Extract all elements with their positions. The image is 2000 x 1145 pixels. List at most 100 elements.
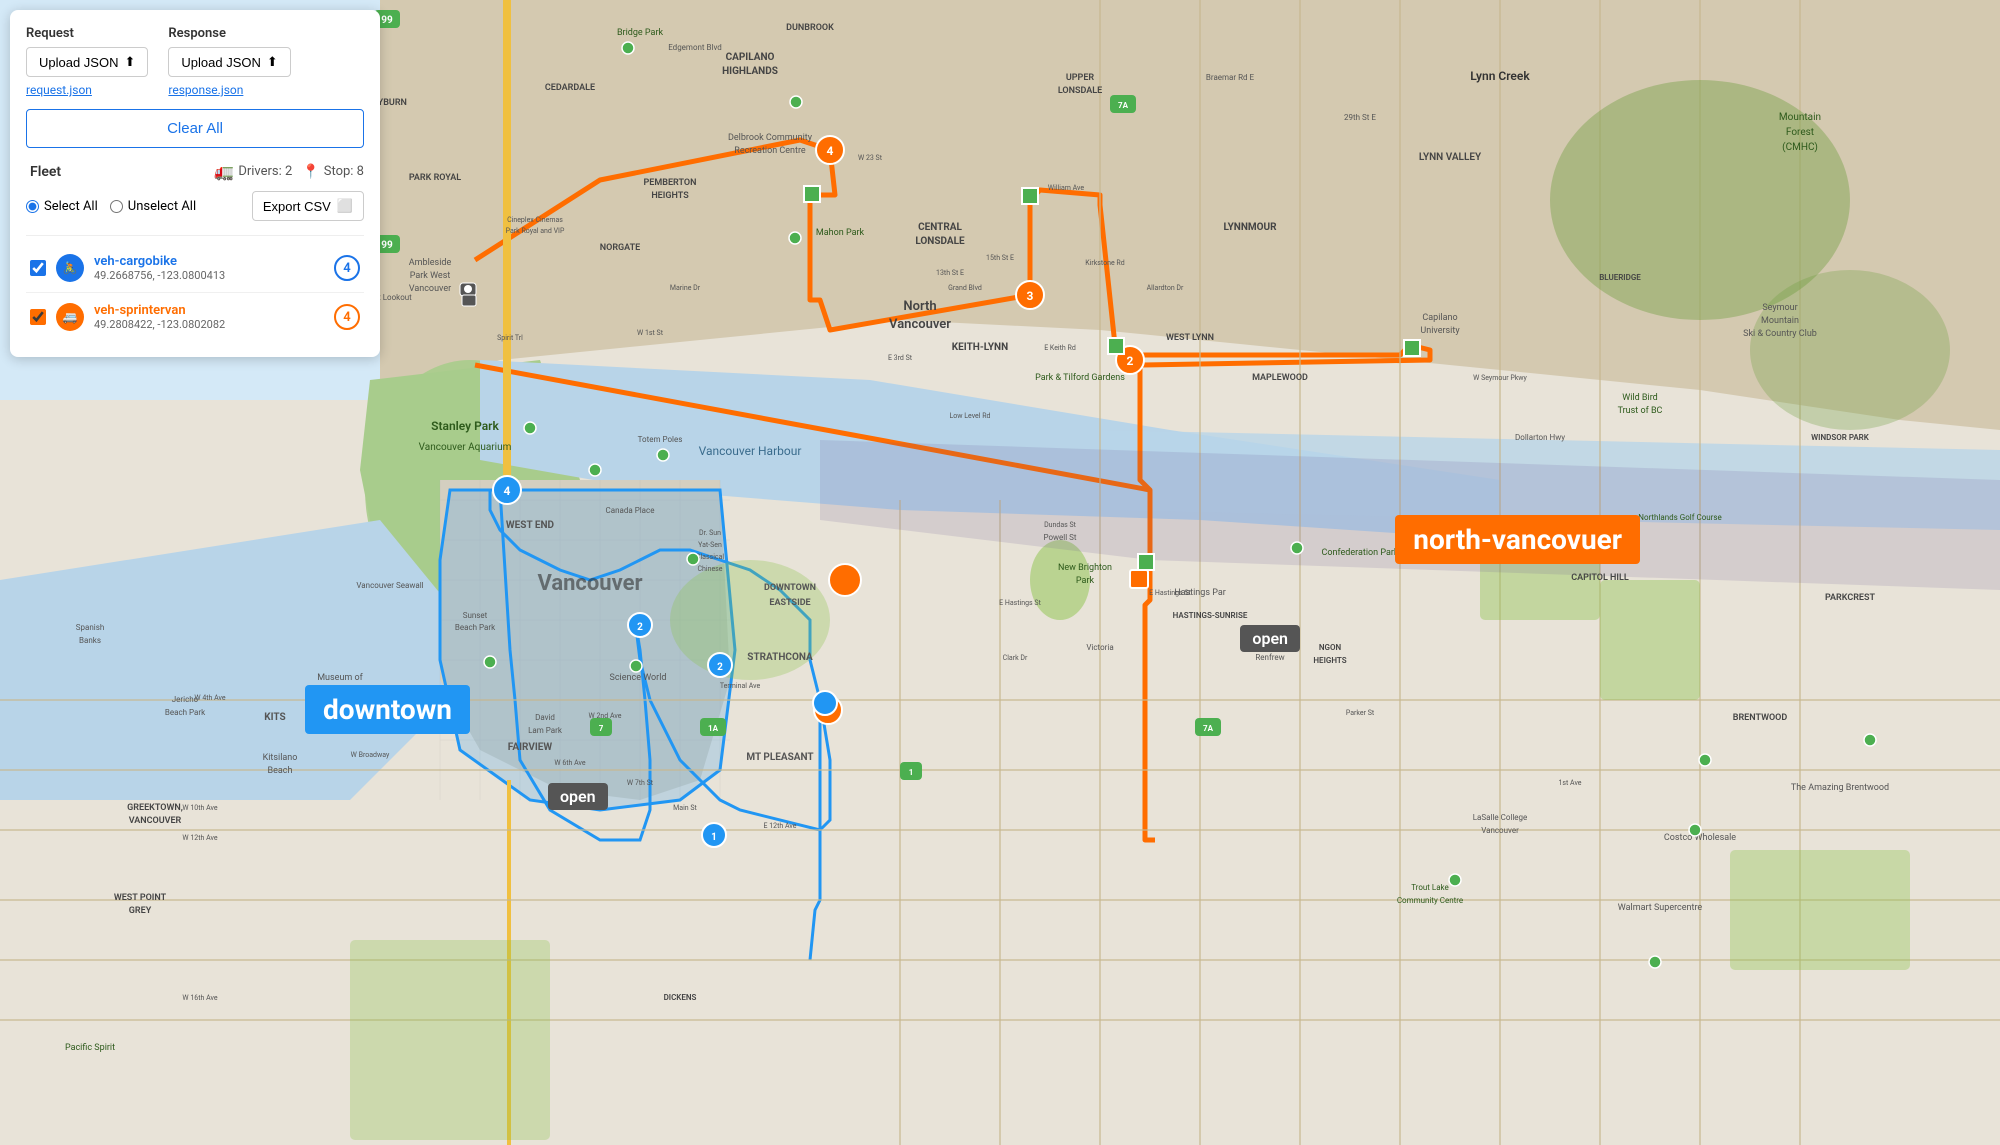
response-col: Response Upload JSON ⬆ response.json [168, 26, 290, 97]
svg-text:PARKCREST: PARKCREST [1825, 593, 1876, 603]
svg-text:University: University [1420, 326, 1460, 336]
svg-text:Vancouver: Vancouver [537, 571, 642, 596]
svg-text:KITS: KITS [264, 712, 285, 723]
fleet-drivers-info: 🚛 Drivers: 2 [214, 162, 292, 181]
downtown-zone-label: downtown [305, 685, 470, 734]
cargobike-coords: 49.2668756, -123.0800413 [94, 269, 324, 282]
response-file-link[interactable]: response.json [168, 83, 290, 97]
north-zone-label: north-vancovuer [1395, 515, 1640, 564]
svg-text:BLUERIDGE: BLUERIDGE [1599, 273, 1641, 282]
van-symbol: 🚐 [63, 310, 78, 324]
svg-text:W 4th Ave: W 4th Ave [194, 694, 226, 702]
export-csv-button[interactable]: Export CSV ⬜ [252, 191, 364, 221]
svg-text:Costco Wholesale: Costco Wholesale [1664, 833, 1736, 843]
svg-text:NGON: NGON [1319, 643, 1342, 652]
svg-text:Yat-Sen: Yat-Sen [698, 541, 722, 549]
svg-text:KEITH-LYNN: KEITH-LYNN [952, 342, 1008, 353]
svg-text:Museum of: Museum of [317, 673, 363, 683]
svg-text:Lynn Creek: Lynn Creek [1470, 69, 1530, 83]
svg-text:2: 2 [717, 662, 723, 673]
svg-text:Wild Bird: Wild Bird [1622, 393, 1658, 403]
svg-text:Capilano: Capilano [1422, 313, 1457, 323]
svg-text:FAIRVIEW: FAIRVIEW [508, 742, 553, 753]
response-label: Response [168, 26, 290, 41]
svg-text:1A: 1A [708, 724, 719, 733]
svg-text:Sunset: Sunset [463, 611, 488, 620]
svg-text:Grand Blvd: Grand Blvd [948, 284, 982, 292]
upload-label-2: Upload JSON [181, 55, 260, 70]
svg-text:DICKENS: DICKENS [664, 993, 697, 1002]
svg-text:Beach Park: Beach Park [455, 623, 496, 632]
select-all-radio[interactable] [26, 200, 39, 213]
svg-text:W 6th Ave: W 6th Ave [554, 759, 586, 767]
svg-text:GREY: GREY [129, 906, 152, 916]
svg-text:7: 7 [599, 724, 604, 733]
cargobike-icon: 🚴 [56, 254, 84, 282]
svg-text:Beach: Beach [268, 766, 293, 776]
response-upload-btn[interactable]: Upload JSON ⬆ [168, 47, 290, 77]
svg-text:Seymour: Seymour [1762, 303, 1797, 313]
svg-text:Delbrook Community: Delbrook Community [728, 133, 813, 143]
svg-text:HIGHLANDS: HIGHLANDS [722, 66, 778, 77]
svg-text:PARK ROYAL: PARK ROYAL [409, 173, 461, 183]
svg-text:13th St E: 13th St E [936, 269, 964, 277]
svg-text:Clark Dr: Clark Dr [1003, 654, 1028, 662]
cargobike-info: veh-cargobike 49.2668756, -123.0800413 [94, 254, 324, 282]
svg-text:Ski & Country Club: Ski & Country Club [1743, 329, 1817, 339]
clear-all-button[interactable]: Clear All [26, 109, 364, 148]
bike-symbol: 🚴 [63, 261, 78, 275]
svg-text:2: 2 [1127, 354, 1134, 368]
svg-text:Community Centre: Community Centre [1397, 896, 1463, 905]
svg-text:E Hastings St: E Hastings St [1149, 589, 1191, 597]
svg-text:Vancouver Seawall: Vancouver Seawall [356, 581, 423, 590]
svg-text:Recreation Centre: Recreation Centre [734, 146, 806, 156]
svg-text:HEIGHTS: HEIGHTS [651, 191, 689, 201]
svg-text:Canada Place: Canada Place [606, 506, 655, 515]
sprintervan-info: veh-sprintervan 49.2808422, -123.0802082 [94, 303, 324, 331]
unselect-all-label: Unselect All [128, 199, 196, 214]
svg-text:Chinese: Chinese [697, 565, 722, 573]
svg-text:E Keith Rd: E Keith Rd [1044, 344, 1076, 352]
unselect-all-option[interactable]: Unselect All [110, 199, 196, 214]
request-label: Request [26, 26, 148, 41]
svg-text:BRENTWOOD: BRENTWOOD [1733, 713, 1788, 723]
request-file-link[interactable]: request.json [26, 83, 148, 97]
select-unselect-row: Select All Unselect All Export CSV ⬜ [26, 191, 364, 221]
open-label-north: open [1240, 625, 1300, 652]
request-upload-btn[interactable]: Upload JSON ⬆ [26, 47, 148, 77]
svg-text:Edgemont Blvd: Edgemont Blvd [668, 43, 722, 52]
svg-text:Trout Lake: Trout Lake [1411, 883, 1449, 892]
fleet-stop-info: 📍 Stop: 8 [302, 164, 364, 180]
svg-text:LYNN VALLEY: LYNN VALLEY [1419, 152, 1482, 163]
unselect-all-radio[interactable] [110, 200, 123, 213]
svg-text:MT PLEASANT: MT PLEASANT [746, 752, 813, 763]
divider-1 [26, 235, 364, 236]
svg-text:LYNNMOUR: LYNNMOUR [1223, 222, 1277, 233]
svg-text:7A: 7A [1203, 724, 1214, 733]
select-all-option[interactable]: Select All [26, 199, 98, 214]
export-csv-label: Export CSV [263, 199, 331, 214]
svg-text:LONSDALE: LONSDALE [915, 236, 965, 247]
svg-text:William Ave: William Ave [1048, 184, 1084, 192]
svg-text:Beach Park: Beach Park [165, 708, 206, 717]
svg-text:Ambleside: Ambleside [409, 258, 452, 268]
drivers-count: Drivers: 2 [238, 164, 292, 179]
svg-text:DUNBROOK: DUNBROOK [786, 23, 834, 33]
svg-text:Trust of BC: Trust of BC [1618, 406, 1663, 416]
vehicle-item-sprintervan: 🚐 veh-sprintervan 49.2808422, -123.08020… [26, 293, 364, 341]
sprintervan-checkbox[interactable] [30, 309, 46, 325]
stop-count: Stop: 8 [324, 164, 364, 179]
svg-text:Braemar Rd E: Braemar Rd E [1206, 73, 1255, 82]
svg-text:Main St: Main St [673, 804, 697, 812]
svg-text:Mountain: Mountain [1779, 112, 1821, 123]
svg-text:W Seymour Pkwy: W Seymour Pkwy [1473, 374, 1527, 382]
svg-text:Dundas St: Dundas St [1044, 521, 1077, 529]
cargobike-count: 4 [334, 255, 360, 281]
svg-text:99: 99 [381, 15, 393, 26]
svg-text:CAPITOL HILL: CAPITOL HILL [1571, 573, 1629, 583]
svg-text:LONSDALE: LONSDALE [1058, 86, 1102, 96]
cargobike-checkbox[interactable] [30, 260, 46, 276]
upload-label: Upload JSON [39, 55, 118, 70]
svg-text:UPPER: UPPER [1066, 73, 1095, 83]
svg-text:Allardton Dr: Allardton Dr [1147, 284, 1184, 292]
